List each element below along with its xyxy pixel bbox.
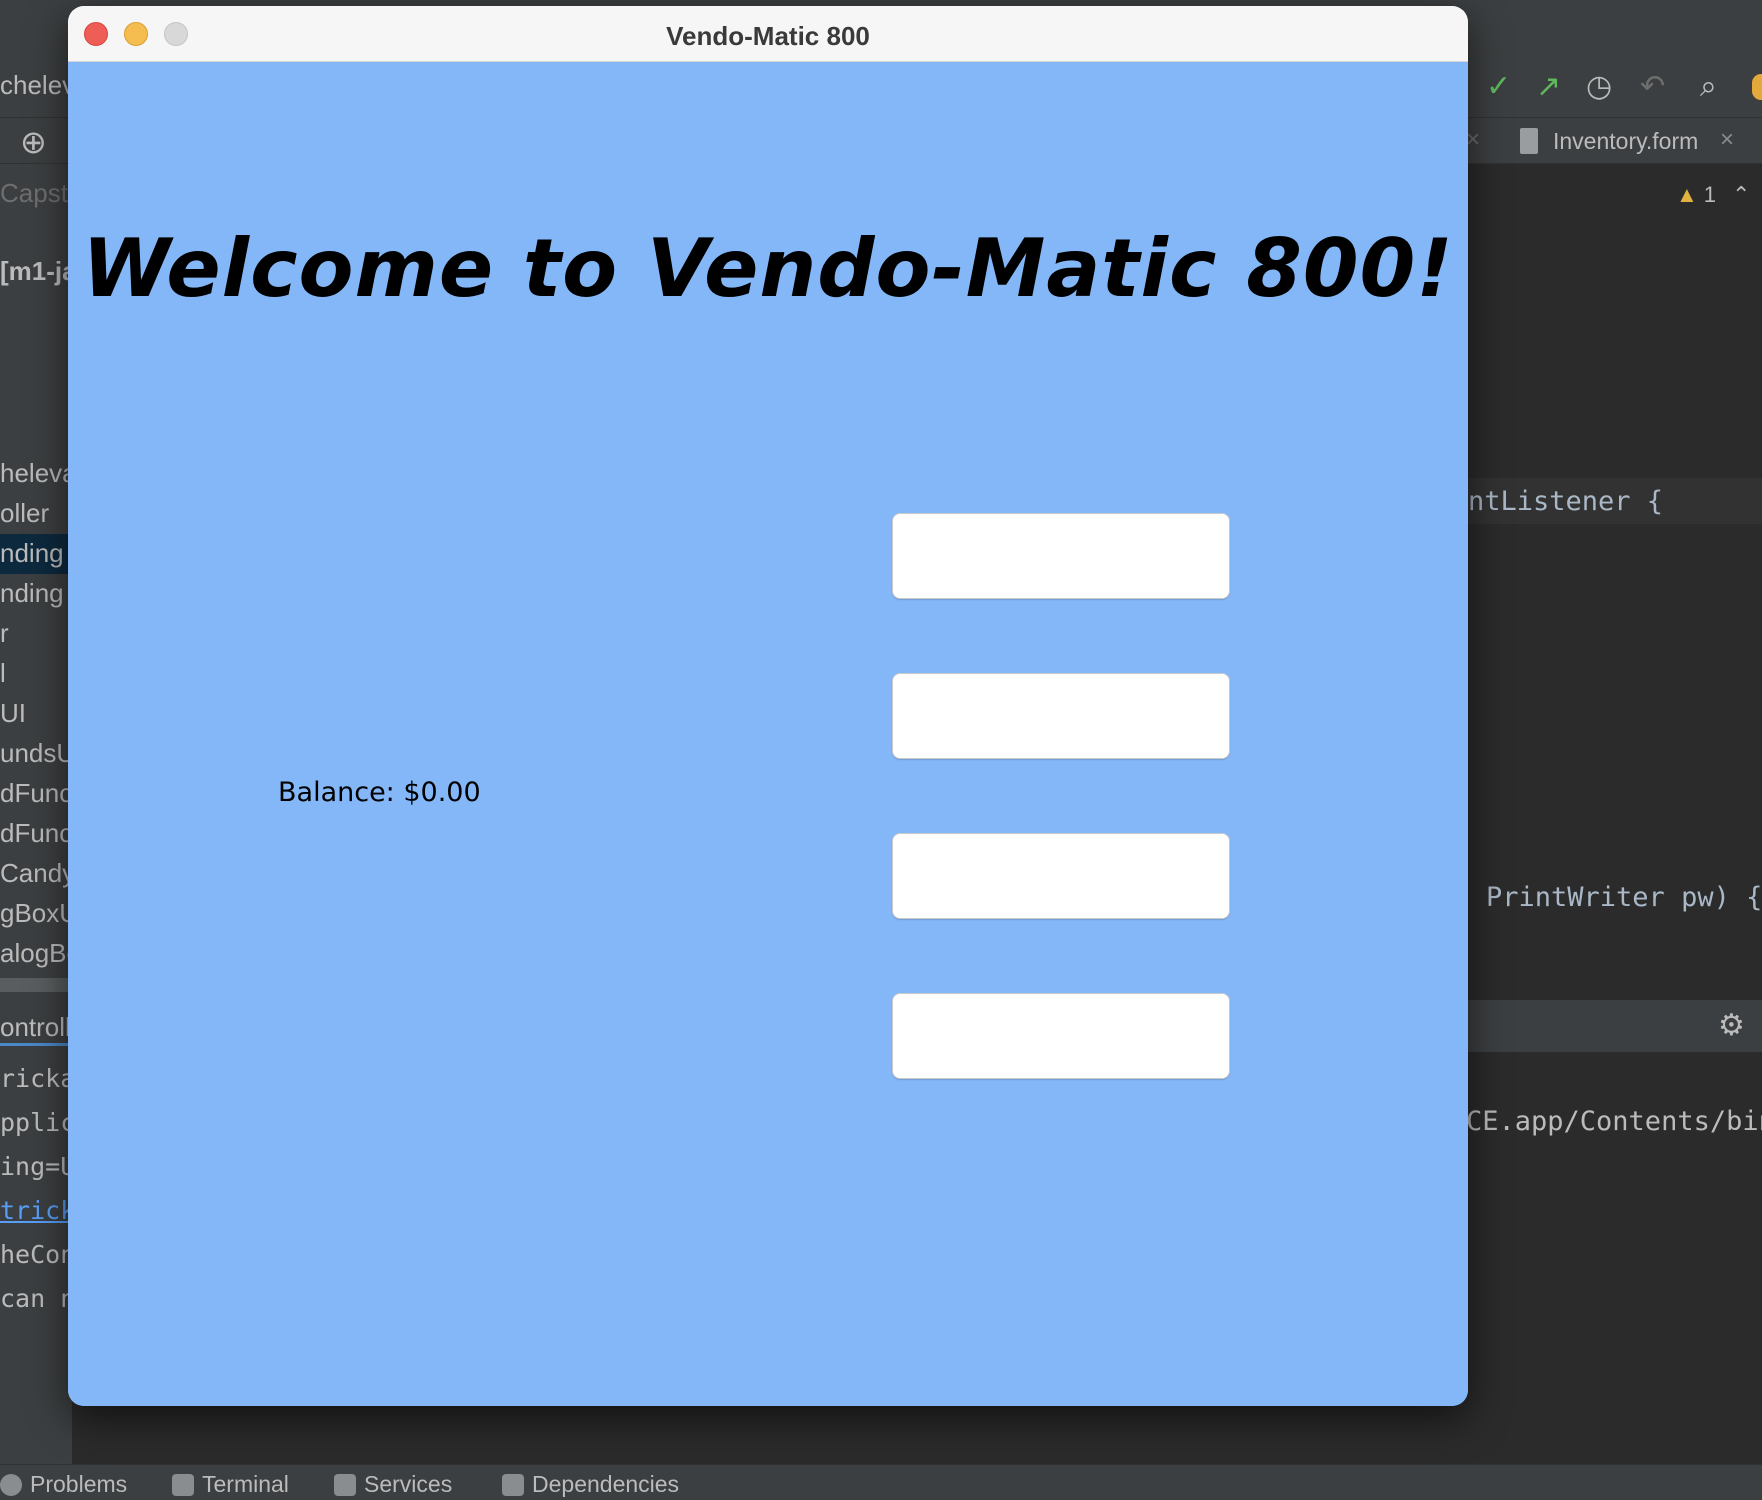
code-line[interactable]: ntListener { — [1468, 486, 1663, 517]
settings-gear-icon[interactable]: ⚙ — [1718, 1008, 1745, 1043]
tree-item[interactable]: nding — [0, 578, 72, 609]
warning-icon: ▲ — [1676, 182, 1698, 207]
vending-window: Vendo-Matic 800 Welcome to Vendo-Matic 8… — [68, 6, 1468, 1406]
tree-item[interactable]: oller — [0, 498, 72, 529]
tab-inventory-form[interactable]: Inventory.form — [1553, 128, 1698, 155]
code-editor[interactable] — [1468, 164, 1762, 1000]
warning-badge[interactable]: ▲ 1 ⌃ — [1676, 182, 1750, 208]
tree-item[interactable]: Capst — [0, 178, 72, 209]
panel-scrollbar[interactable] — [0, 978, 72, 992]
window-title: Vendo-Matic 800 — [666, 21, 870, 51]
menu-button-1[interactable] — [892, 513, 1230, 599]
tree-item[interactable]: gBoxU — [0, 898, 72, 929]
services-label: Services — [364, 1471, 453, 1497]
dependencies-label: Dependencies — [532, 1471, 680, 1497]
console-line: ricka — [0, 1064, 72, 1093]
problems-icon — [0, 1473, 22, 1496]
code-line[interactable]: PrintWriter pw) { — [1486, 882, 1762, 913]
menu-button-2[interactable] — [892, 673, 1230, 759]
welcome-heading: Welcome to Vendo-Matic 800! — [82, 222, 1454, 315]
tree-item[interactable]: dFunc — [0, 818, 72, 849]
run-tab[interactable]: ontroll — [0, 1012, 72, 1046]
console-link[interactable]: trick — [0, 1196, 72, 1225]
services-icon — [334, 1473, 356, 1496]
console-path-line: CE.app/Contents/bin — [1466, 1106, 1762, 1137]
balance-label: Balance: $0.00 — [278, 777, 481, 808]
revert-icon[interactable]: ↶ — [1640, 70, 1665, 104]
chevron-up-icon[interactable]: ⌃ — [1732, 182, 1750, 208]
terminal-label: Terminal — [202, 1471, 289, 1497]
tree-item[interactable]: UI — [0, 698, 72, 729]
console-line: pplic — [0, 1108, 72, 1137]
tree-item[interactable]: [m1-ja — [0, 256, 72, 287]
ide-project-panel — [0, 164, 72, 1464]
menu-button-3[interactable] — [892, 833, 1230, 919]
push-arrow-icon[interactable]: ↗ — [1536, 70, 1561, 104]
problems-label: Problems — [30, 1471, 128, 1497]
window-content: Welcome to Vendo-Matic 800! Balance: $0.… — [68, 62, 1468, 1406]
dependencies-icon — [502, 1473, 524, 1496]
tree-item[interactable]: r — [0, 618, 72, 649]
tree-item[interactable]: heleva — [0, 458, 72, 489]
tree-item[interactable]: undsU — [0, 738, 72, 769]
console-line: ing=U — [0, 1152, 72, 1181]
terminal-tab[interactable]: Terminal — [172, 1471, 289, 1498]
ide-bottom-toolbar: Problems Terminal Services Dependencies — [0, 1464, 1762, 1500]
terminal-icon — [172, 1473, 194, 1496]
tab-close-icon[interactable]: × — [1466, 126, 1480, 154]
form-file-icon — [1520, 128, 1538, 154]
search-icon[interactable]: ⌕ — [1700, 70, 1717, 104]
locate-target-icon[interactable]: ⊕ — [20, 123, 47, 161]
warning-count: 1 — [1703, 182, 1717, 207]
console-line: heCon — [0, 1240, 72, 1269]
project-name[interactable]: chelev — [0, 70, 75, 101]
commit-check-icon[interactable]: ✓ — [1486, 70, 1511, 104]
tree-item[interactable]: dFunc — [0, 778, 72, 809]
history-clock-icon[interactable]: ◷ — [1586, 70, 1612, 104]
window-titlebar[interactable]: Vendo-Matic 800 — [68, 6, 1468, 62]
tab-inventory-close-icon[interactable]: × — [1720, 126, 1734, 154]
tree-item[interactable]: alogBo — [0, 938, 72, 969]
tree-item[interactable]: l — [0, 658, 72, 689]
dependencies-tab[interactable]: Dependencies — [502, 1471, 679, 1498]
user-avatar-icon[interactable] — [1752, 74, 1762, 100]
services-tab[interactable]: Services — [334, 1471, 452, 1498]
tree-item[interactable]: Candy — [0, 858, 72, 889]
console-line: can n — [0, 1284, 72, 1313]
run-panel-header: ⚙ — [1468, 1000, 1762, 1052]
tree-item-selected[interactable]: nding — [0, 534, 72, 574]
menu-button-4[interactable] — [892, 993, 1230, 1079]
problems-tab[interactable]: Problems — [0, 1471, 127, 1498]
